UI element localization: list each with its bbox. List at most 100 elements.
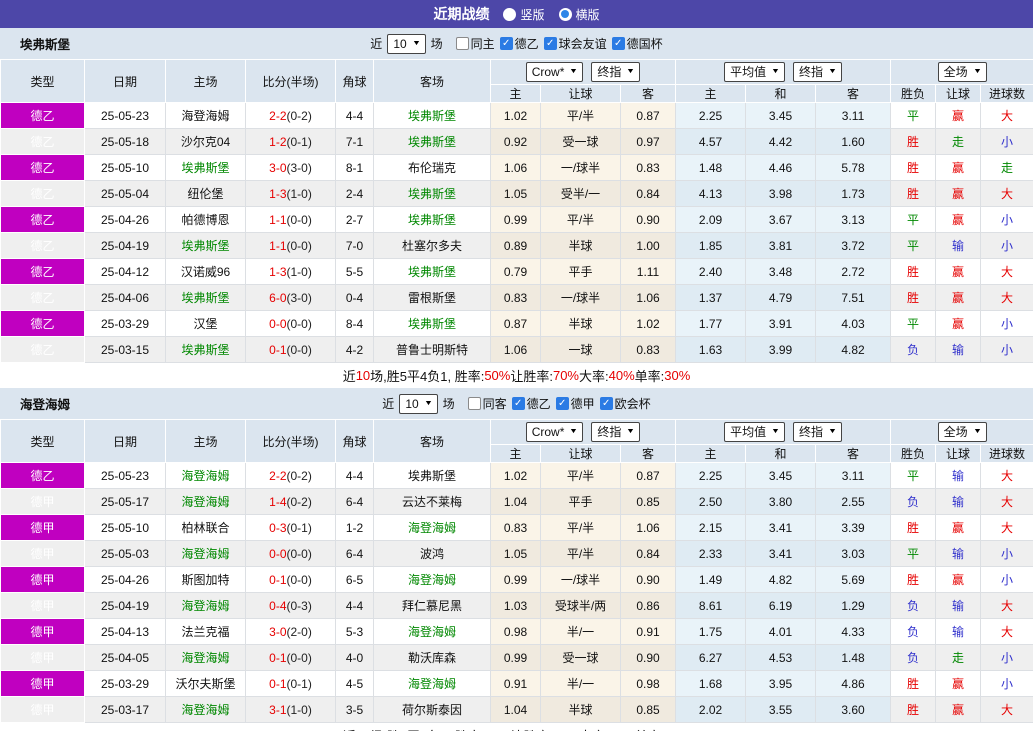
result-goals-cell: 大 xyxy=(980,258,1033,285)
home-team-cell: 海登海姆 xyxy=(165,592,246,619)
filter-checkbox-1[interactable]: ✓ 德乙 xyxy=(499,35,539,52)
result-goals-cell: 大 xyxy=(980,284,1033,311)
filter-checkbox-0[interactable]: 同客 xyxy=(467,395,507,412)
result-handicap-cell: 赢 xyxy=(935,310,982,337)
result-outcome-cell: 胜 xyxy=(890,128,937,155)
result-handicap-cell: 输 xyxy=(935,232,982,259)
ah-sub-header-2: 客 xyxy=(619,84,677,103)
eu-stage-select[interactable]: 终指 ▼ xyxy=(793,422,842,442)
league-cell: 德乙 xyxy=(0,206,85,233)
eu-home-odds-cell: 1.68 xyxy=(675,670,747,697)
away-team-cell: 埃弗斯堡 xyxy=(373,206,491,233)
date-cell: 25-04-05 xyxy=(84,644,166,671)
result-goals-cell: 大 xyxy=(980,488,1033,515)
ah-stage-select[interactable]: 终指 ▼ xyxy=(591,422,641,442)
eu-avg-select[interactable]: 平均值 ▼ xyxy=(724,62,786,82)
result-outcome-cell: 平 xyxy=(890,462,937,489)
ah-handicap-cell: 受一球 xyxy=(540,128,621,155)
filter-checkbox-0[interactable]: 同主 xyxy=(455,35,495,52)
eu-home-odds-cell: 4.13 xyxy=(675,180,747,207)
result-goals-cell: 小 xyxy=(980,540,1033,567)
result-scope-select[interactable]: 全场 ▼ xyxy=(937,62,987,82)
eu-home-odds-cell: 1.85 xyxy=(675,232,747,259)
league-cell: 德乙 xyxy=(0,284,85,311)
col-header-3: 比分(半场) xyxy=(245,59,336,103)
eu-away-odds-cell: 3.72 xyxy=(815,232,892,259)
eu-home-odds-cell: 2.33 xyxy=(675,540,747,567)
team-name: 海登海姆 xyxy=(20,398,71,412)
away-team-cell: 海登海姆 xyxy=(373,566,491,593)
eu-avg-select[interactable]: 平均值 ▼ xyxy=(724,422,786,442)
date-cell: 25-04-12 xyxy=(84,258,166,285)
ah-stage-select[interactable]: 终指 ▼ xyxy=(591,62,641,82)
eu-home-odds-cell: 1.48 xyxy=(675,154,747,181)
eu-sub-header-2: 客 xyxy=(815,84,892,103)
view-option-vertical[interactable]: 竖版 xyxy=(503,6,545,23)
filter-checkbox-2[interactable]: ✓ 德甲 xyxy=(555,395,595,412)
filter-checkbox-1[interactable]: ✓ 德乙 xyxy=(511,395,551,412)
ah-away-odds-cell: 0.85 xyxy=(619,488,677,515)
date-cell: 25-04-19 xyxy=(84,592,166,619)
match-row: 德乙 25-04-12 汉诺威96 1-3(1-0) 5-5 埃弗斯堡 0.79 平手 1.11… xyxy=(0,258,1033,285)
checkbox-checked-icon: ✓ xyxy=(611,37,625,50)
league-cell: 德乙 xyxy=(0,232,85,259)
eu-stage-select[interactable]: 终指 ▼ xyxy=(793,62,842,82)
chevron-down-icon: ▼ xyxy=(411,39,421,47)
date-cell: 25-05-23 xyxy=(84,102,166,129)
eu-home-odds-cell: 8.61 xyxy=(675,592,747,619)
eu-draw-odds-cell: 4.82 xyxy=(745,566,817,593)
league-cell: 德甲 xyxy=(0,644,85,671)
date-cell: 25-04-26 xyxy=(84,566,166,593)
away-team-cell: 埃弗斯堡 xyxy=(373,102,491,129)
bookmaker-select[interactable]: Crow* ▼ xyxy=(525,422,584,442)
filter-checkbox-3[interactable]: ✓ 德国杯 xyxy=(611,35,663,52)
filter-checkbox-3[interactable]: ✓ 欧会杯 xyxy=(599,395,651,412)
league-cell: 德乙 xyxy=(0,154,85,181)
corner-cell: 6-5 xyxy=(335,566,374,593)
result-sub-header-2: 进球数 xyxy=(980,444,1033,463)
ah-home-odds-cell: 0.99 xyxy=(490,566,541,593)
ah-odds-group-header: Crow* ▼ 终指 ▼ xyxy=(489,419,677,445)
home-team-cell: 海登海姆 xyxy=(165,644,246,671)
near-label: 近 xyxy=(370,37,383,51)
games-count-select[interactable]: 10 ▼ xyxy=(387,33,426,54)
match-row: 德甲 25-03-17 海登海姆 3-1(1-0) 3-5 荷尔斯泰因 1.04 半球 0.85… xyxy=(0,696,1033,723)
score-cell: 0-1(0-0) xyxy=(245,644,336,671)
league-cell: 德甲 xyxy=(0,592,85,619)
date-cell: 25-04-19 xyxy=(84,232,166,259)
league-cell: 德乙 xyxy=(0,102,85,129)
games-count-select[interactable]: 10 ▼ xyxy=(399,393,438,414)
team-name: 埃弗斯堡 xyxy=(20,38,71,52)
ah-handicap-cell: 半球 xyxy=(540,310,621,337)
match-row: 德甲 25-05-17 海登海姆 1-4(0-2) 6-4 云达不莱梅 1.04 平手 0.85… xyxy=(0,488,1033,515)
ah-away-odds-cell: 0.97 xyxy=(619,128,677,155)
away-team-cell: 海登海姆 xyxy=(373,670,491,697)
table-header-row: 类型 日期 主场 比分(半场) 角球 客场 Crow* ▼ 终指 ▼ 平均值 ▼ 终指 ▼ 全场 ▼ xyxy=(0,59,1033,103)
ah-away-odds-cell: 0.83 xyxy=(619,154,677,181)
league-cell: 德乙 xyxy=(0,336,85,363)
ah-away-odds-cell: 1.02 xyxy=(619,310,677,337)
ah-away-odds-cell: 1.00 xyxy=(619,232,677,259)
eu-home-odds-cell: 2.15 xyxy=(675,514,747,541)
result-sub-header-0: 胜负 xyxy=(890,444,937,463)
filter-checkbox-2[interactable]: ✓ 球会友谊 xyxy=(543,35,607,52)
corner-cell: 4-5 xyxy=(335,670,374,697)
view-option-horizontal[interactable]: 横版 xyxy=(558,6,600,23)
home-team-cell: 海登海姆 xyxy=(165,540,246,567)
result-outcome-cell: 负 xyxy=(890,644,937,671)
bookmaker-select[interactable]: Crow* ▼ xyxy=(525,62,584,82)
ah-sub-header-2: 客 xyxy=(619,444,677,463)
score-cell: 0-0(0-0) xyxy=(245,310,336,337)
home-team-cell: 海登海姆 xyxy=(165,696,246,723)
eu-draw-odds-cell: 4.01 xyxy=(745,618,817,645)
ah-home-odds-cell: 1.02 xyxy=(490,102,541,129)
away-team-cell: 埃弗斯堡 xyxy=(373,310,491,337)
result-scope-select[interactable]: 全场 ▼ xyxy=(937,422,987,442)
sections-container: 埃弗斯堡近 10 ▼ 场同主 ✓ 德乙 ✓ 球会友谊 ✓ 德国杯 类型 日期 主场 比分(半场) 角球 客场 C… xyxy=(0,28,1033,731)
result-group-header: 全场 ▼ xyxy=(890,419,1033,445)
eu-draw-odds-cell: 4.79 xyxy=(745,284,817,311)
result-sub-header-1: 让球 xyxy=(935,444,982,463)
record-summary: 近 10 场,胜5平4负1, 胜率: 50% 让胜率: 70% 大率: 40% 单率: 30… xyxy=(0,363,1033,388)
col-header-2: 主场 xyxy=(165,59,246,103)
ah-away-odds-cell: 0.90 xyxy=(619,644,677,671)
